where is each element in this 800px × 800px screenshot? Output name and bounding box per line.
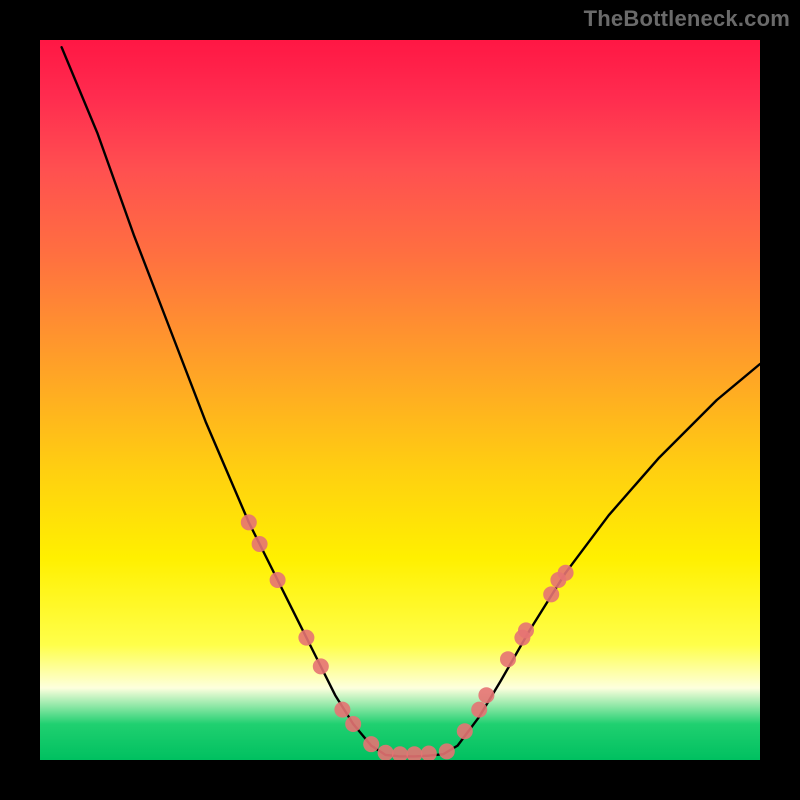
data-marker xyxy=(406,746,422,760)
data-marker xyxy=(518,622,534,638)
chart-container: TheBottleneck.com xyxy=(0,0,800,800)
data-marker xyxy=(363,736,379,752)
data-marker xyxy=(241,514,257,530)
data-marker xyxy=(457,723,473,739)
data-marker xyxy=(421,746,437,760)
curve xyxy=(62,47,760,756)
data-marker xyxy=(471,702,487,718)
watermark-text: TheBottleneck.com xyxy=(584,6,790,32)
data-marker xyxy=(378,745,394,760)
data-marker xyxy=(478,687,494,703)
data-marker xyxy=(334,702,350,718)
data-marker xyxy=(298,630,314,646)
data-marker xyxy=(500,651,516,667)
data-marker xyxy=(270,572,286,588)
data-marker xyxy=(313,658,329,674)
data-marker xyxy=(252,536,268,552)
data-marker xyxy=(439,743,455,759)
data-marker xyxy=(558,565,574,581)
data-marker xyxy=(392,746,408,760)
plot-svg xyxy=(40,40,760,760)
data-marker xyxy=(543,586,559,602)
plot-area xyxy=(40,40,760,760)
data-marker xyxy=(345,716,361,732)
